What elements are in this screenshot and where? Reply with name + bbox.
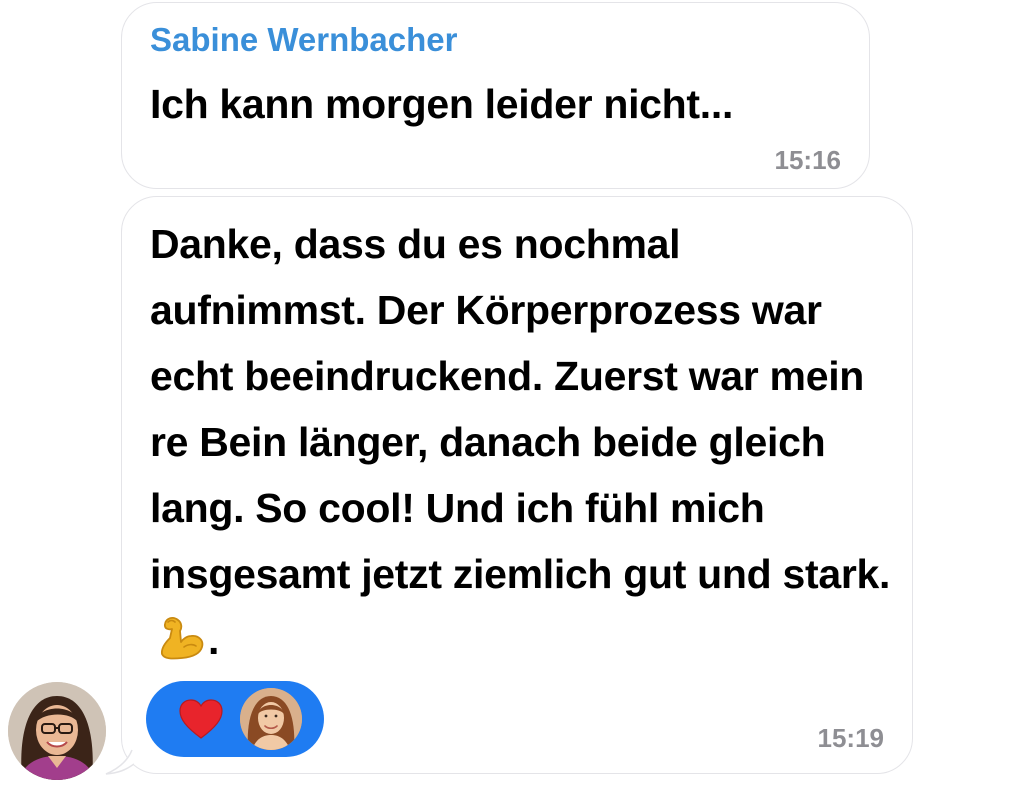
message-text-suffix: . [208,617,220,663]
reaction-pill[interactable] [146,681,324,757]
chat-view: Sabine Wernbacher Ich kann morgen leider… [0,0,1024,786]
reactor-avatar[interactable] [240,688,302,750]
message-bubble[interactable]: Sabine Wernbacher Ich kann morgen leider… [121,2,870,189]
message-timestamp: 15:19 [817,723,885,753]
heart-icon [178,698,224,745]
sender-avatar[interactable] [8,682,106,780]
message-bubble[interactable]: Danke, dass du es nochmal aufnimmst. Der… [121,196,913,774]
message-text-body: Danke, dass du es nochmal aufnimmst. Der… [150,221,891,597]
message-timestamp: 15:16 [774,145,842,175]
message-text: Danke, dass du es nochmal aufnimmst. Der… [150,211,900,679]
sender-name[interactable]: Sabine Wernbacher [150,21,458,59]
flexed-biceps-icon [156,613,206,679]
message-text: Ich kann morgen leider nicht... [150,81,734,127]
bubble-tail [104,748,135,781]
